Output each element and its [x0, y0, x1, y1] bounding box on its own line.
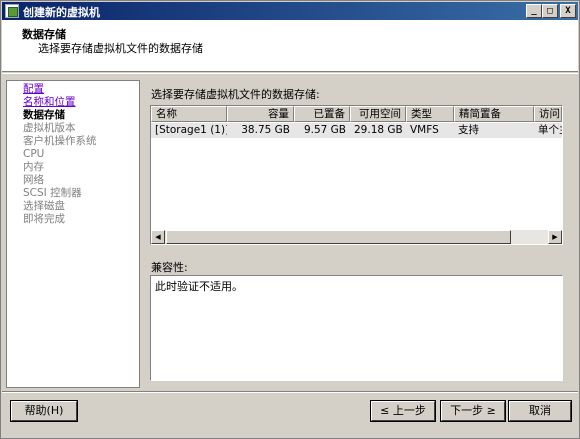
- cell-access: 单个主: [538, 124, 562, 136]
- col-access[interactable]: 访问: [534, 106, 562, 122]
- header-divider: [2, 73, 578, 74]
- scroll-left-icon[interactable]: ◀: [151, 230, 165, 244]
- step-cpu: CPU: [23, 148, 45, 160]
- horizontal-scrollbar[interactable]: ◀ ▶: [151, 230, 562, 244]
- vm-app-icon: [5, 4, 19, 18]
- table-row[interactable]: [Storage1 (1)] 38.75 GB 9.57 GB 29.18 GB…: [151, 123, 562, 138]
- cell-capacity: 38.75 GB: [241, 124, 290, 136]
- wizard-window: 创建新的虚拟机 _ □ X 数据存储 选择要存储虚拟机文件的数据存储 配置 名称…: [0, 0, 580, 439]
- cell-name: [Storage1 (1)]: [155, 124, 227, 136]
- step-network: 网络: [23, 174, 44, 186]
- cell-free-space: 29.18 GB: [354, 124, 403, 136]
- next-button[interactable]: 下一步 ≥: [440, 400, 506, 422]
- cell-type: VMFS: [410, 124, 439, 136]
- wizard-steps-nav: 配置 名称和位置 数据存储 虚拟机版本 客户机操作系统 CPU 内存 网络 SC…: [6, 80, 140, 388]
- compatibility-box: 此时验证不适用。: [150, 275, 563, 381]
- minimize-button[interactable]: _: [526, 4, 542, 18]
- col-provisioned[interactable]: 已置备: [294, 106, 350, 122]
- datastore-label: 选择要存储虚拟机文件的数据存储:: [151, 88, 320, 101]
- step-scsi-controller: SCSI 控制器: [23, 187, 82, 199]
- cancel-button[interactable]: 取消: [508, 400, 572, 422]
- page-subtitle: 选择要存储虚拟机文件的数据存储: [38, 42, 203, 55]
- col-type[interactable]: 类型: [406, 106, 454, 122]
- help-button[interactable]: 帮助(H): [10, 400, 78, 422]
- close-button[interactable]: X: [560, 4, 576, 18]
- maximize-button[interactable]: □: [542, 4, 558, 18]
- col-name[interactable]: 名称: [151, 106, 227, 122]
- step-vm-version: 虚拟机版本: [23, 122, 76, 134]
- step-select-disk: 选择磁盘: [23, 200, 65, 212]
- window-title: 创建新的虚拟机: [23, 6, 100, 19]
- compatibility-label: 兼容性:: [151, 261, 188, 274]
- step-name-location[interactable]: 名称和位置: [23, 96, 76, 109]
- title-bar[interactable]: 创建新的虚拟机 _ □ X: [2, 2, 578, 20]
- datastore-table: 名称 容量 已置备 可用空间 类型 精简置备 访问 [Storage1 (1)]…: [150, 105, 563, 245]
- col-free-space[interactable]: 可用空间: [350, 106, 406, 122]
- back-button[interactable]: ≤ 上一步: [370, 400, 436, 422]
- col-capacity[interactable]: 容量: [227, 106, 294, 122]
- table-header: 名称 容量 已置备 可用空间 类型 精简置备 访问: [151, 106, 562, 122]
- footer-divider: [2, 391, 578, 393]
- wizard-header: 数据存储 选择要存储虚拟机文件的数据存储: [2, 20, 578, 72]
- step-config[interactable]: 配置: [23, 83, 44, 96]
- step-ready-complete: 即将完成: [23, 213, 65, 225]
- cell-thin-provisioning: 支持: [458, 124, 479, 136]
- step-memory: 内存: [23, 161, 44, 173]
- cell-provisioned: 9.57 GB: [303, 124, 346, 136]
- scroll-thumb[interactable]: [166, 230, 511, 244]
- step-datastore: 数据存储: [23, 109, 65, 121]
- step-guest-os: 客户机操作系统: [23, 135, 97, 147]
- col-thin-provisioning[interactable]: 精简置备: [454, 106, 534, 122]
- scroll-right-icon[interactable]: ▶: [548, 230, 562, 244]
- compatibility-text: 此时验证不适用。: [155, 280, 243, 293]
